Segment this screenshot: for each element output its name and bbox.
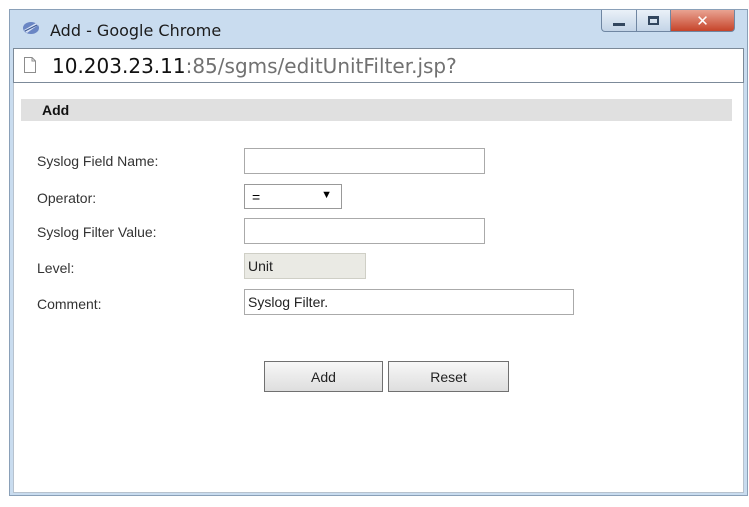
reset-button[interactable]: Reset xyxy=(388,361,509,392)
title-bar[interactable]: Add - Google Chrome ✕ xyxy=(10,10,747,46)
window-title: Add - Google Chrome xyxy=(50,21,222,40)
operator-selected-value: = xyxy=(252,189,261,205)
comment-input[interactable]: Syslog Filter. xyxy=(244,289,574,315)
minimize-icon xyxy=(613,23,625,26)
dropdown-arrow-icon: ▼ xyxy=(321,189,332,201)
comment-label: Comment: xyxy=(37,296,102,312)
url-host: 10.203.23.11 xyxy=(52,54,186,78)
minimize-button[interactable] xyxy=(601,10,637,32)
syslog-filter-value-label: Syslog Filter Value: xyxy=(37,224,157,240)
level-label: Level: xyxy=(37,260,75,276)
operator-select[interactable]: = ▼ xyxy=(244,184,342,209)
syslog-field-name-label: Syslog Field Name: xyxy=(37,153,159,169)
close-button[interactable]: ✕ xyxy=(671,10,735,32)
syslog-field-name-input[interactable] xyxy=(244,148,485,174)
operator-label: Operator: xyxy=(37,190,97,206)
url-text: 10.203.23.11:85/sgms/editUnitFilter.jsp? xyxy=(52,54,457,78)
close-icon: ✕ xyxy=(696,11,709,30)
section-header: Add xyxy=(21,99,732,121)
chrome-popup-window: Add - Google Chrome ✕ 10.203.23.11:85/sg… xyxy=(9,9,748,496)
level-field: Unit xyxy=(244,253,366,279)
add-button[interactable]: Add xyxy=(264,361,383,392)
page-icon xyxy=(24,57,36,73)
page-content xyxy=(13,83,744,493)
address-bar[interactable]: 10.203.23.11:85/sgms/editUnitFilter.jsp? xyxy=(13,48,744,83)
maximize-button[interactable] xyxy=(637,10,671,32)
chrome-icon xyxy=(23,22,39,34)
maximize-icon xyxy=(648,16,659,25)
url-path: :85/sgms/editUnitFilter.jsp? xyxy=(185,54,457,78)
syslog-filter-value-input[interactable] xyxy=(244,218,485,244)
